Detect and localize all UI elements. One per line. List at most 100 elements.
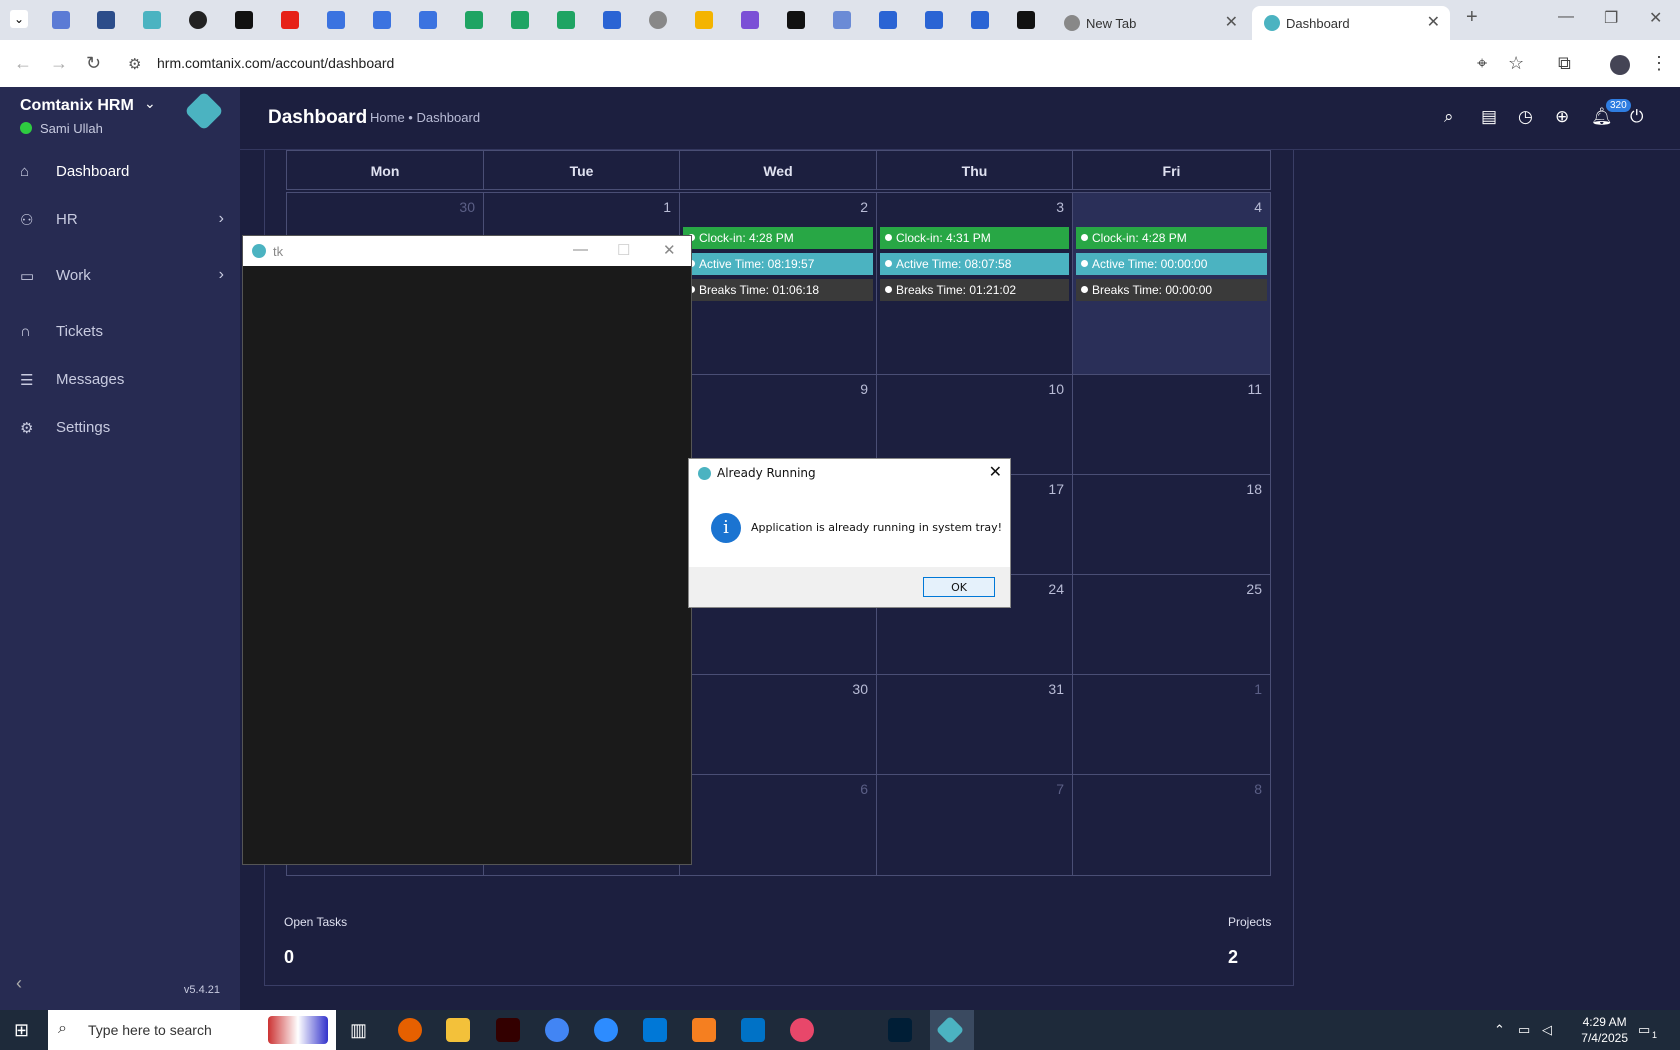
power-icon[interactable]: ⏻ <box>1630 107 1643 127</box>
sidebar-item-settings[interactable]: ⚙ Settings <box>0 409 240 449</box>
minimize-icon[interactable]: — <box>573 241 588 258</box>
calendar-day[interactable]: 2 Clock-in: 4:28 PM Active Time: 08:19:5… <box>679 192 877 375</box>
pinned-tab-icon[interactable] <box>143 11 161 29</box>
clock-in-event[interactable]: Clock-in: 4:28 PM <box>1076 227 1267 249</box>
calendar-day[interactable]: 1 <box>1072 674 1271 775</box>
pinned-tab-icon[interactable] <box>879 11 897 29</box>
maximize-icon[interactable]: ☐ <box>617 241 630 259</box>
docs-icon[interactable] <box>419 11 437 29</box>
close-window-icon[interactable]: ✕ <box>1649 8 1662 28</box>
active-time-event[interactable]: Active Time: 08:07:58 <box>880 253 1069 275</box>
back-icon[interactable]: ← <box>14 53 32 74</box>
sidebar-item-tickets[interactable]: ∩ Tickets <box>0 313 240 353</box>
pinned-tab-icon[interactable] <box>603 11 621 29</box>
photoshop-icon[interactable] <box>888 1018 912 1042</box>
profile-avatar[interactable] <box>1610 55 1630 75</box>
calendar-day[interactable]: 6 <box>679 774 877 876</box>
vscode-icon[interactable] <box>643 1018 667 1042</box>
search-icon[interactable]: ⌕ <box>1444 107 1454 127</box>
breaks-time-event[interactable]: Breaks Time: 00:00:00 <box>1076 279 1267 301</box>
sheets-icon[interactable] <box>465 11 483 29</box>
add-icon[interactable]: ⊕ <box>1555 107 1569 127</box>
windows-start-icon[interactable]: ⊞ <box>14 1020 29 1041</box>
bookmark-star-icon[interactable]: ☆ <box>1508 53 1524 74</box>
menu-kebab-icon[interactable]: ⋮ <box>1650 53 1668 74</box>
sidebar-item-dashboard[interactable]: ⌂ Dashboard <box>0 153 240 193</box>
pinned-tab-icon[interactable] <box>971 11 989 29</box>
extensions-icon[interactable]: ⧉ <box>1558 53 1571 74</box>
calendar-day[interactable]: 7 <box>876 774 1073 876</box>
sheets-icon[interactable] <box>557 11 575 29</box>
sheets-icon[interactable] <box>511 11 529 29</box>
taskbar-search[interactable]: ⌕ Type here to search <box>48 1010 336 1050</box>
clock-in-event[interactable]: Clock-in: 4:28 PM <box>683 227 873 249</box>
pinned-tab-icon[interactable] <box>235 11 253 29</box>
outlook-icon[interactable] <box>741 1018 765 1042</box>
active-time-event[interactable]: Active Time: 00:00:00 <box>1076 253 1267 275</box>
volume-icon[interactable]: ◁ <box>1542 1022 1552 1038</box>
restore-icon[interactable]: ❐ <box>1604 8 1618 28</box>
close-icon[interactable]: ✕ <box>1427 12 1440 32</box>
show-hidden-icons-icon[interactable]: ⌃ <box>1494 1022 1505 1038</box>
pinned-tab-icon[interactable] <box>189 11 207 29</box>
chevron-down-icon[interactable]: ⌄ <box>144 95 156 112</box>
illustrator-icon[interactable] <box>496 1018 520 1042</box>
close-icon[interactable]: ✕ <box>1225 12 1238 32</box>
calendar-day[interactable]: 18 <box>1072 474 1271 575</box>
pinned-tab-icon[interactable] <box>52 11 70 29</box>
minimize-icon[interactable]: — <box>1558 8 1574 26</box>
active-time-event[interactable]: Active Time: 08:19:57 <box>683 253 873 275</box>
sidebar-item-work[interactable]: ▭ Work › <box>0 257 240 297</box>
breadcrumb[interactable]: Home • Dashboard <box>370 110 480 125</box>
firefox-icon[interactable] <box>398 1018 422 1042</box>
breaks-time-event[interactable]: Breaks Time: 01:21:02 <box>880 279 1069 301</box>
calendar-day[interactable]: 8 <box>1072 774 1271 876</box>
close-icon[interactable]: ✕ <box>663 241 676 259</box>
docs-icon[interactable] <box>327 11 345 29</box>
zoom-icon[interactable] <box>594 1018 618 1042</box>
docs-icon[interactable] <box>373 11 391 29</box>
xampp-icon[interactable] <box>692 1018 716 1042</box>
brand-name[interactable]: Comtanix HRM <box>20 97 134 115</box>
location-icon[interactable]: ⌖ <box>1477 53 1487 74</box>
ok-button[interactable]: OK <box>923 577 995 597</box>
taskbar-clock[interactable]: 4:29 AM 7/4/2025 <box>1581 1014 1628 1046</box>
chrome-icon[interactable] <box>545 1018 569 1042</box>
calendar-day[interactable]: 25 <box>1072 574 1271 675</box>
calendar-day[interactable]: 3 Clock-in: 4:31 PM Active Time: 08:07:5… <box>876 192 1073 375</box>
clock-icon[interactable]: ◷ <box>1518 107 1533 127</box>
site-info-icon[interactable]: ⚙ <box>128 55 141 73</box>
task-view-icon[interactable]: ▥ <box>350 1020 367 1041</box>
file-explorer-icon[interactable] <box>446 1018 470 1042</box>
sidebar-item-messages[interactable]: ☰ Messages <box>0 361 240 401</box>
clock-in-event[interactable]: Clock-in: 4:31 PM <box>880 227 1069 249</box>
youtube-icon[interactable] <box>281 11 299 29</box>
calendar-day[interactable]: 31 <box>876 674 1073 775</box>
forward-icon[interactable]: → <box>50 53 68 74</box>
close-icon[interactable]: ✕ <box>989 462 1002 481</box>
pinned-tab-icon[interactable] <box>1017 11 1035 29</box>
breaks-time-event[interactable]: Breaks Time: 01:06:18 <box>683 279 873 301</box>
calendar-day-today[interactable]: 4 Clock-in: 4:28 PM Active Time: 00:00:0… <box>1072 192 1271 375</box>
pinned-tab-icon[interactable] <box>741 11 759 29</box>
url-field[interactable]: hrm.comtanix.com/account/dashboard <box>157 55 394 71</box>
pinned-tab-icon[interactable] <box>925 11 943 29</box>
pinned-tab-icon[interactable] <box>695 11 713 29</box>
pen-tool-icon[interactable] <box>839 1018 863 1042</box>
globe-icon[interactable] <box>649 11 667 29</box>
reload-icon[interactable]: ↻ <box>86 53 101 74</box>
sidebar-item-hr[interactable]: ⚇ HR › <box>0 201 240 241</box>
creative-cloud-icon[interactable] <box>790 1018 814 1042</box>
tab-new-tab[interactable]: New Tab ✕ <box>1052 6 1248 40</box>
notes-icon[interactable]: ▤ <box>1481 107 1497 127</box>
pinned-tab-icon[interactable] <box>97 11 115 29</box>
collapse-sidebar-icon[interactable]: ‹ <box>16 973 22 994</box>
tk-titlebar[interactable]: tk — ☐ ✕ <box>243 236 691 266</box>
action-center-icon[interactable]: ▭ <box>1638 1022 1650 1038</box>
pinned-tab-icon[interactable] <box>787 11 805 29</box>
network-icon[interactable]: ▭ <box>1518 1022 1530 1038</box>
pinned-tab-icon[interactable] <box>833 11 851 29</box>
calendar-day[interactable]: 11 <box>1072 374 1271 475</box>
tab-search-icon[interactable]: ⌄ <box>10 10 28 28</box>
tab-dashboard[interactable]: Dashboard ✕ <box>1252 6 1450 40</box>
